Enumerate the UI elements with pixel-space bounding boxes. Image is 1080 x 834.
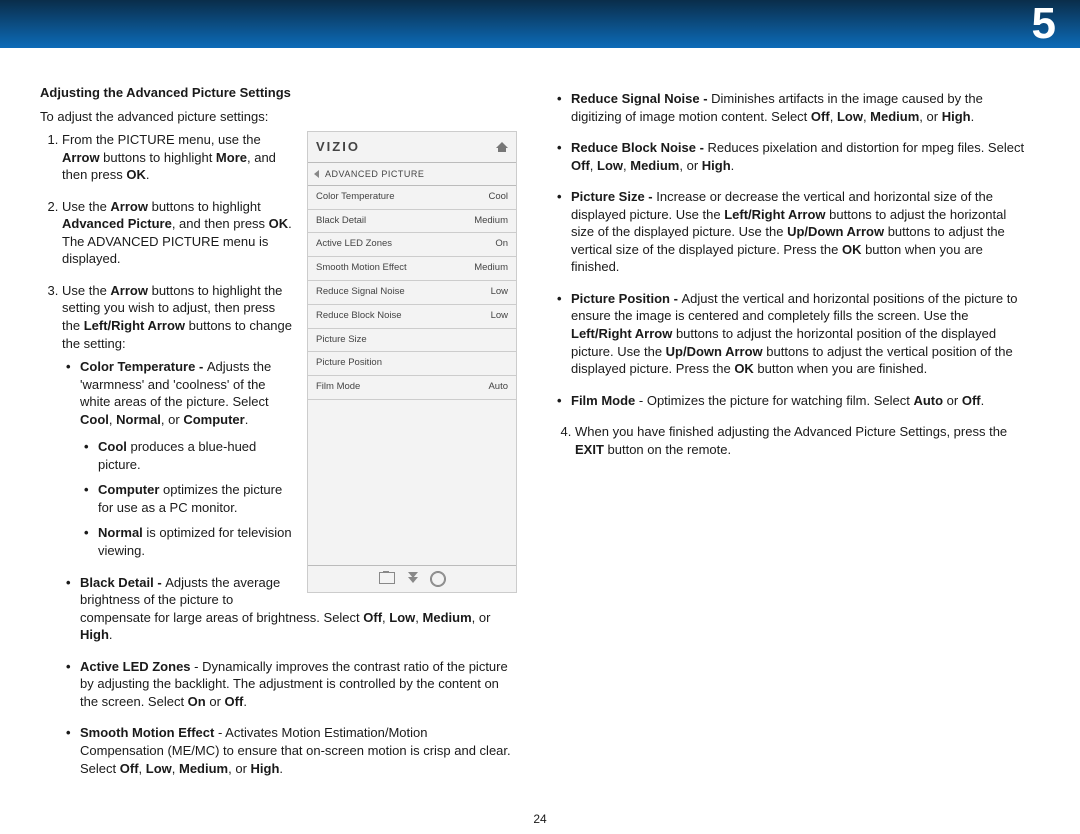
chapter-number: 5 xyxy=(1032,0,1056,48)
setting-color-temperature: Color Temperature - Adjusts the 'warmnes… xyxy=(80,358,511,559)
page-content: Adjusting the Advanced Picture Settings … xyxy=(0,48,1080,791)
left-column: Adjusting the Advanced Picture Settings … xyxy=(40,84,517,791)
settings-list-b: Reduce Signal Noise - Diminishes artifac… xyxy=(553,90,1030,409)
steps-wrapper: VIZIO ADVANCED PICTURE Color Temperature… xyxy=(40,131,517,777)
menu-row: Reduce Signal Noise Low xyxy=(308,281,516,305)
menu-row: Color Temperature Cool xyxy=(308,186,516,210)
steps-list-cont: When you have finished adjusting the Adv… xyxy=(553,423,1030,458)
ct-cool: Cool produces a blue-hued picture. xyxy=(98,438,511,473)
menu-label: Reduce Block Noise xyxy=(316,310,402,323)
menu-value: Low xyxy=(491,286,508,299)
header-bar: 5 xyxy=(0,0,1080,48)
menu-row: Smooth Motion Effect Medium xyxy=(308,257,516,281)
ct-normal: Normal is optimized for television viewi… xyxy=(98,524,511,559)
menu-row: Black Detail Medium xyxy=(308,210,516,234)
menu-row: Reduce Block Noise Low xyxy=(308,305,516,329)
setting-picture-size: Picture Size - Increase or decrease the … xyxy=(571,188,1030,276)
menu-label: Reduce Signal Noise xyxy=(316,286,405,299)
intro-text: To adjust the advanced picture settings: xyxy=(40,108,517,126)
menu-value: Medium xyxy=(474,215,508,228)
setting-black-detail: Black Detail - Adjusts the average brigh… xyxy=(80,574,511,644)
menu-value: Medium xyxy=(474,262,508,275)
ct-computer: Computer optimizes the picture for use a… xyxy=(98,481,511,516)
menu-label: Smooth Motion Effect xyxy=(316,262,407,275)
menu-label: Picture Size xyxy=(316,334,367,347)
home-icon xyxy=(496,142,508,152)
step-4: When you have finished adjusting the Adv… xyxy=(575,423,1030,458)
section-heading: Adjusting the Advanced Picture Settings xyxy=(40,84,517,102)
color-temp-sub: Cool produces a blue-hued picture. Compu… xyxy=(80,438,511,559)
setting-picture-position: Picture Position - Adjust the vertical a… xyxy=(571,290,1030,378)
menu-row: Active LED Zones On xyxy=(308,233,516,257)
menu-label: Active LED Zones xyxy=(316,238,392,251)
setting-film-mode: Film Mode - Optimizes the picture for wa… xyxy=(571,392,1030,410)
menu-title-text: ADVANCED PICTURE xyxy=(325,168,424,180)
setting-reduce-block: Reduce Block Noise - Reduces pixelation … xyxy=(571,139,1030,174)
menu-row: Picture Size xyxy=(308,329,516,353)
back-icon xyxy=(314,170,319,178)
menu-title: ADVANCED PICTURE xyxy=(308,163,516,186)
right-column: Reduce Signal Noise - Diminishes artifac… xyxy=(553,84,1030,791)
setting-smooth-motion: Smooth Motion Effect - Activates Motion … xyxy=(80,724,511,777)
menu-label: Black Detail xyxy=(316,215,366,228)
menu-value: On xyxy=(495,238,508,251)
setting-active-led: Active LED Zones - Dynamically improves … xyxy=(80,658,511,711)
setting-reduce-signal: Reduce Signal Noise - Diminishes artifac… xyxy=(571,90,1030,125)
menu-value: Cool xyxy=(488,191,508,204)
vizio-logo: VIZIO xyxy=(316,138,496,156)
menu-value: Low xyxy=(491,310,508,323)
menu-label: Color Temperature xyxy=(316,191,395,204)
page-number: 24 xyxy=(0,812,1080,826)
menu-header: VIZIO xyxy=(308,132,516,163)
